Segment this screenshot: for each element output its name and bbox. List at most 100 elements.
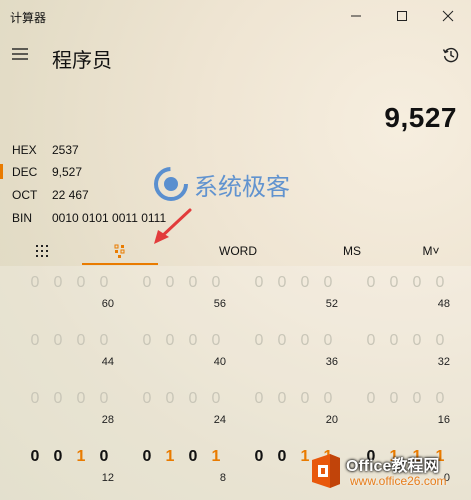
brand-url: www.office26.com [350,474,447,488]
bit-toggle[interactable]: 0 [250,332,268,350]
bit-toggle[interactable]: 0 [207,274,225,292]
close-button[interactable] [425,0,471,32]
bit-toggle[interactable]: 0 [26,274,44,292]
bit-toggle[interactable]: 0 [273,274,291,292]
bit-toggle[interactable]: 0 [95,448,113,466]
bit-toggle[interactable]: 0 [385,390,403,408]
bit-toggle[interactable]: 0 [26,390,44,408]
history-button[interactable] [436,40,466,70]
bit-toggle[interactable]: 0 [138,448,156,466]
minimize-button[interactable] [333,0,379,32]
watermark-text: 系统极客 [194,173,290,201]
bit-position-label: 56 [213,298,226,310]
bit-toggle[interactable]: 0 [408,274,426,292]
maximize-button[interactable] [379,0,425,32]
bit-toggle[interactable]: 0 [95,390,113,408]
bit-toggle[interactable]: 0 [362,274,380,292]
app-header: 程序员 [0,36,471,76]
bit-toggle[interactable]: 0 [95,332,113,350]
bit-group: 0 0 0 0 24 [138,390,248,440]
bit-group: 0 0 0 0 36 [250,332,360,382]
bit-toggle[interactable]: 0 [72,332,90,350]
bit-group: 0 0 0 0 32 [362,332,471,382]
bit-toggle[interactable]: 0 [431,390,449,408]
bit-group: 0 0 1 0 12 [26,448,136,498]
bit-position-label: 16 [437,414,450,426]
bit-group: 01018 [138,448,248,498]
bit-toggle[interactable]: 0 [319,274,337,292]
tab-bit-toggling-keypad[interactable] [82,236,158,266]
tab-word-size[interactable]: WORD [208,236,268,266]
bit-toggle[interactable]: 0 [408,390,426,408]
bit-toggle[interactable]: 0 [408,332,426,350]
keypad-grid-icon [36,245,48,257]
bit-toggle[interactable]: 0 [72,274,90,292]
bit-toggle[interactable]: 0 [296,332,314,350]
bit-toggle[interactable]: 0 [273,448,291,466]
bit-toggle[interactable]: 0 [161,390,179,408]
bit-toggle[interactable]: 0 [184,332,202,350]
bit-toggle[interactable]: 0 [250,448,268,466]
bit-toggle[interactable]: 0 [296,274,314,292]
bit-toggle[interactable]: 0 [431,274,449,292]
bit-toggle[interactable]: 0 [95,274,113,292]
bit-toggle[interactable]: 0 [273,332,291,350]
tab-full-keypad[interactable] [24,236,60,266]
title-bar[interactable]: 计算器 [0,0,471,32]
bit-toggle[interactable]: 0 [72,390,90,408]
bit-position-label: 60 [101,298,114,310]
bit-toggle[interactable]: 0 [250,274,268,292]
bit-group: 0 0 0 0 16 [362,390,471,440]
bit-toggle[interactable]: 0 [138,390,156,408]
bit-toggle[interactable]: 0 [161,332,179,350]
bit-group: 0 0 0 0 44 [26,332,136,382]
bit-toggle-icon [114,244,125,258]
bit-toggle[interactable]: 0 [273,390,291,408]
bit-toggle[interactable]: 0 [296,390,314,408]
bit-toggle[interactable]: 1 [72,448,90,466]
watermark-logo-icon [154,167,188,201]
bit-toggle[interactable]: 0 [138,332,156,350]
bit-toggle[interactable]: 0 [250,390,268,408]
bit-toggle[interactable]: 0 [26,448,44,466]
tab-memory-menu[interactable]: M˅ [414,236,448,266]
bit-position-label: 28 [101,414,114,426]
bit-toggle[interactable]: 0 [431,332,449,350]
bit-toggle[interactable]: 1 [207,448,225,466]
bit-toggle[interactable]: 0 [138,274,156,292]
bit-toggle[interactable]: 0 [385,332,403,350]
bit-toggle[interactable]: 1 [161,448,179,466]
bit-toggle[interactable]: 0 [362,390,380,408]
bit-toggle[interactable]: 0 [184,274,202,292]
bit-toggle[interactable]: 0 [385,274,403,292]
bit-group: 0 0 0 0 56 [138,274,248,324]
bit-toggle[interactable]: 0 [319,332,337,350]
bit-toggle[interactable]: 0 [49,448,67,466]
bit-group: 0 0 0 0 60 [26,274,136,324]
bit-toggle[interactable]: 0 [161,274,179,292]
maximize-icon [397,11,407,21]
bit-toggle[interactable]: 0 [319,390,337,408]
bit-toggle[interactable]: 0 [49,274,67,292]
bit-position-label: 48 [437,298,450,310]
tab-memory-store[interactable]: MS [330,236,374,266]
keypad-tabs: WORD MS M˅ [0,236,471,266]
bit-toggle[interactable]: 0 [26,332,44,350]
bit-group: 0 0 0 0 28 [26,390,136,440]
menu-button[interactable] [6,40,34,68]
bit-toggle[interactable]: 0 [49,390,67,408]
bit-toggle[interactable]: 0 [49,332,67,350]
radix-value: 22 467 [52,188,89,202]
bit-toggle[interactable]: 0 [207,332,225,350]
app-title: 计算器 [10,11,47,25]
mode-title: 程序员 [52,50,112,72]
radix-hex[interactable]: HEX 2537 [0,139,200,161]
result-display: 9,527 [384,102,457,133]
radix-label: OCT [12,188,38,202]
bit-toggle[interactable]: 0 [362,332,380,350]
bit-toggle[interactable]: 0 [184,448,202,466]
active-tab-underline [82,263,158,265]
bit-toggle[interactable]: 0 [184,390,202,408]
bit-toggle[interactable]: 0 [207,390,225,408]
bit-position-label: 44 [101,356,114,368]
